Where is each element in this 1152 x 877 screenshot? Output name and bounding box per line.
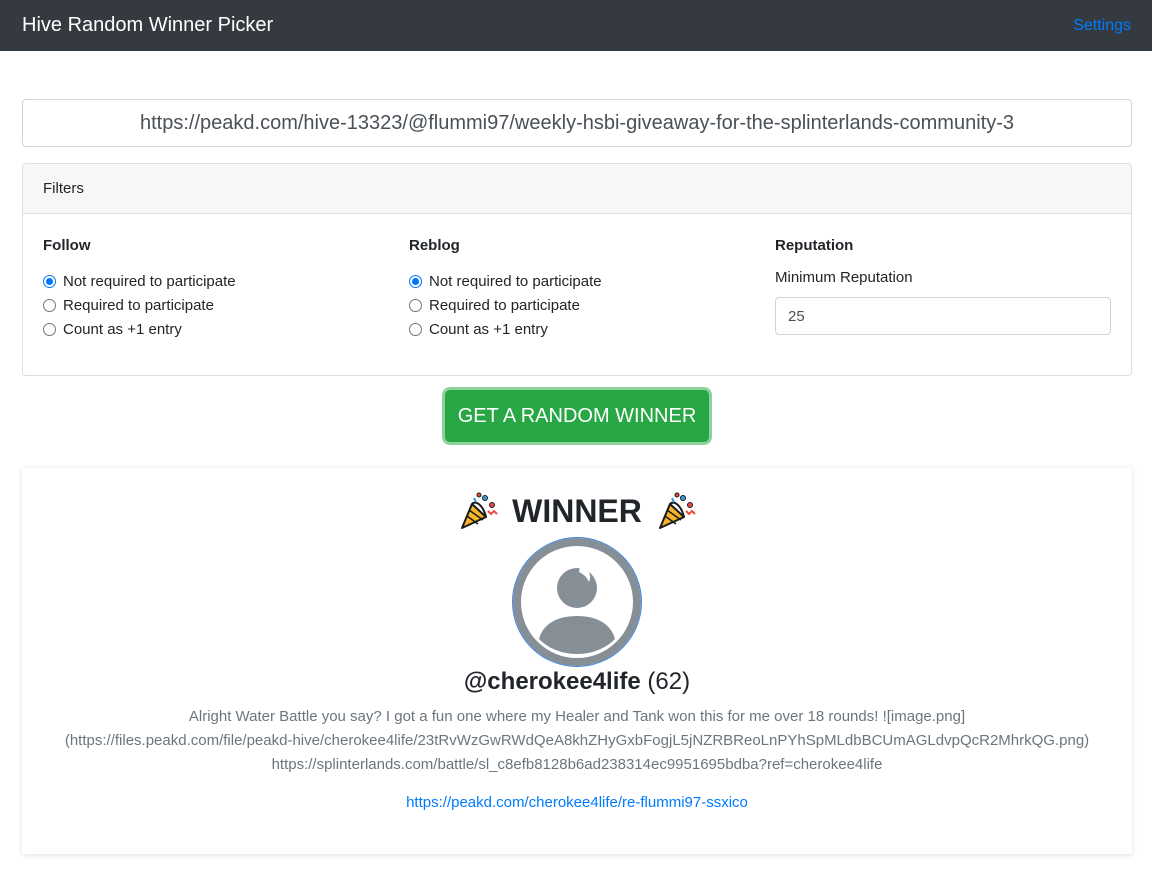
- reputation-title: Reputation: [775, 237, 854, 254]
- follow-title: Follow: [43, 237, 91, 254]
- follow-option-required[interactable]: Required to participate: [43, 293, 383, 317]
- comment-link[interactable]: https://peakd.com/cherokee4life/re-flumm…: [22, 794, 1132, 811]
- reblog-option-extra-entry[interactable]: Count as +1 entry: [409, 317, 749, 341]
- winner-card: WINNER @cherokee4life (62) Alright Water…: [22, 468, 1132, 854]
- radio-unchecked-icon[interactable]: [43, 298, 56, 312]
- get-random-winner-button[interactable]: GET A RANDOM WINNER: [445, 390, 709, 442]
- follow-option-not-required[interactable]: Not required to participate: [43, 269, 383, 293]
- party-popper-icon: [658, 492, 696, 529]
- radio-checked-icon[interactable]: [43, 274, 56, 288]
- follow-filter: Follow Not required to participate Requi…: [43, 237, 383, 341]
- default-avatar-icon: [513, 538, 641, 666]
- settings-link[interactable]: Settings: [1073, 17, 1131, 35]
- radio-unchecked-icon[interactable]: [409, 322, 422, 336]
- radio-checked-icon[interactable]: [409, 274, 422, 288]
- winner-title: WINNER: [512, 492, 642, 529]
- filters-card: Filters Follow Not required to participa…: [22, 163, 1132, 376]
- reputation-filter: Reputation Minimum Reputation: [775, 237, 1115, 335]
- post-url-input[interactable]: [22, 99, 1132, 147]
- reblog-filter: Reblog Not required to participate Requi…: [409, 237, 749, 341]
- winner-username: @cherokee4life: [463, 668, 641, 695]
- min-reputation-label: Minimum Reputation: [775, 269, 913, 286]
- navbar: Hive Random Winner Picker Settings: [0, 0, 1152, 51]
- reblog-option-required[interactable]: Required to participate: [409, 293, 749, 317]
- reblog-option-not-required[interactable]: Not required to participate: [409, 269, 749, 293]
- radio-unchecked-icon[interactable]: [409, 298, 422, 312]
- avatar: [512, 537, 642, 667]
- filters-header: Filters: [23, 164, 1131, 214]
- winner-heading: WINNER: [22, 490, 1132, 532]
- winner-username-line: @cherokee4life (62): [22, 667, 1132, 697]
- winner-comment: Alright Water Battle you say? I got a fu…: [64, 708, 1090, 773]
- follow-option-extra-entry[interactable]: Count as +1 entry: [43, 317, 383, 341]
- radio-unchecked-icon[interactable]: [43, 322, 56, 336]
- min-reputation-input[interactable]: [775, 297, 1111, 335]
- app-title[interactable]: Hive Random Winner Picker: [22, 14, 273, 37]
- reblog-title: Reblog: [409, 237, 460, 254]
- party-popper-icon: [461, 492, 498, 529]
- winner-reputation: (62): [647, 668, 691, 695]
